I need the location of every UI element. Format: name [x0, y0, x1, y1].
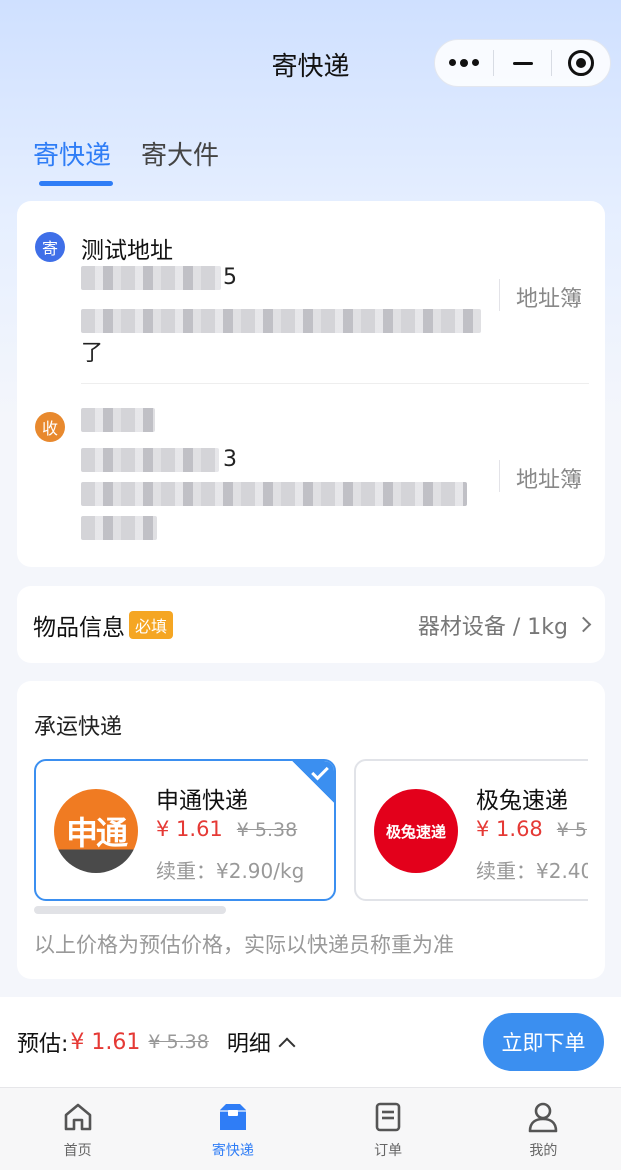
estimate-price: ¥ 1.61: [70, 1029, 141, 1055]
sender-badge: 寄: [35, 232, 65, 262]
close-target-icon: [568, 50, 595, 76]
chevron-right-icon: [575, 616, 592, 633]
carrier-extra-weight-price: 续重：¥2.90/kg: [156, 859, 305, 883]
document-icon: [371, 1100, 405, 1134]
minimize-button[interactable]: [494, 40, 552, 86]
tabbar-label: 寄快递: [211, 1143, 254, 1159]
tab-send-large[interactable]: 寄大件: [141, 135, 219, 186]
receiver-address-redacted-2: [81, 516, 157, 540]
price-detail-label: 明细: [226, 1032, 271, 1057]
estimate-label: 预估:: [17, 1032, 69, 1057]
more-button[interactable]: [435, 40, 493, 86]
carrier-list[interactable]: 申通 申通快递 ¥ 1.61 ¥ 5.38 续重：¥2.90/kg 极兔速递 极兔…: [34, 759, 588, 903]
receiver-phone-tail: 3: [223, 447, 237, 472]
order-bar: 预估: ¥ 1.61 ¥ 5.38 明细 立即下单: [0, 997, 621, 1087]
goods-value: 器材设备 / 1kg: [417, 609, 592, 641]
carrier-card: 承运快递 申通 申通快递 ¥ 1.61 ¥ 5.38 续重：¥2.90/kg 极兔…: [17, 681, 605, 979]
tabbar-item-home[interactable]: 首页: [0, 1088, 155, 1170]
sender-name: 测试地址: [81, 238, 173, 264]
top-tabs: 寄快递 寄大件: [33, 135, 219, 186]
receiver-address-book-link[interactable]: 地址簿: [516, 462, 582, 494]
goods-value-text: 器材设备 / 1kg: [417, 614, 568, 640]
divider: [499, 279, 500, 311]
package-icon: [216, 1100, 250, 1134]
sto-logo: 申通: [54, 789, 138, 873]
tabbar-item-send[interactable]: 寄快递: [155, 1088, 310, 1170]
carrier-option-sto[interactable]: 申通 申通快递 ¥ 1.61 ¥ 5.38 续重：¥2.90/kg: [34, 759, 336, 901]
sender-address-tail: 了: [81, 341, 104, 366]
carrier-original-price: ¥ 5: [556, 819, 588, 841]
goods-info-label: 物品信息: [33, 614, 125, 641]
bottom-tab-bar: 首页 寄快递 订单 我的: [0, 1087, 621, 1170]
tabbar-label: 订单: [374, 1143, 403, 1159]
home-icon: [61, 1100, 95, 1134]
carrier-price-value: ¥ 1.68: [476, 817, 543, 841]
user-icon: [526, 1100, 560, 1134]
address-card: 寄 测试地址 5 了 地址簿 收 3 地址簿: [17, 201, 605, 567]
carrier-price: ¥ 1.61 ¥ 5.38: [156, 817, 297, 841]
carrier-extra-weight-price: 续重：¥2.40: [476, 859, 588, 883]
more-dots-icon: [448, 59, 479, 67]
sender-phone-redacted: [81, 266, 221, 290]
mini-program-capsule: [434, 39, 611, 87]
carrier-price: ¥ 1.68 ¥ 5: [476, 817, 587, 841]
required-badge: 必填: [129, 610, 174, 639]
place-order-button[interactable]: 立即下单: [483, 1013, 604, 1071]
sender-phone-tail: 5: [223, 265, 237, 290]
sender-address[interactable]: 寄 测试地址 5 了 地址簿: [17, 201, 605, 383]
price-detail-toggle[interactable]: 明细: [226, 1026, 296, 1058]
tabbar-label: 首页: [63, 1143, 92, 1159]
tabbar-label: 我的: [529, 1143, 558, 1159]
sender-address-book-link[interactable]: 地址簿: [516, 281, 582, 313]
receiver-address-redacted: [81, 482, 467, 506]
minimize-icon: [512, 61, 533, 65]
jt-logo: 极兔速递: [374, 789, 458, 873]
price-note: 以上价格为预估价格，实际以快递员称重为准: [34, 933, 454, 957]
divider: [499, 460, 500, 492]
carrier-option-jt[interactable]: 极兔速递 极兔速递 ¥ 1.68 ¥ 5 续重：¥2.40: [354, 759, 588, 901]
navigation-bar: 寄快递: [0, 0, 621, 125]
close-button[interactable]: [552, 40, 610, 86]
receiver-badge: 收: [35, 412, 65, 442]
receiver-name-redacted: [81, 408, 155, 432]
carrier-scrollbar[interactable]: [34, 906, 226, 914]
chevron-up-icon: [278, 1037, 296, 1055]
receiver-address[interactable]: 收 3 地址簿: [17, 384, 605, 567]
estimate-original-price: ¥ 5.38: [148, 1031, 209, 1053]
carrier-section-title: 承运快递: [34, 715, 123, 740]
goods-info-row[interactable]: 物品信息 必填 器材设备 / 1kg: [17, 586, 605, 663]
selected-corner: [290, 761, 334, 805]
receiver-phone-redacted: [81, 448, 219, 472]
carrier-name: 申通快递: [156, 788, 248, 814]
carrier-name: 极兔速递: [476, 788, 568, 814]
tabbar-item-me[interactable]: 我的: [466, 1088, 621, 1170]
sender-address-redacted: [81, 309, 481, 333]
carrier-original-price: ¥ 5.38: [236, 819, 298, 841]
tab-send-express[interactable]: 寄快递: [33, 135, 114, 186]
carrier-price-value: ¥ 1.61: [156, 817, 223, 841]
tabbar-item-orders[interactable]: 订单: [311, 1088, 466, 1170]
